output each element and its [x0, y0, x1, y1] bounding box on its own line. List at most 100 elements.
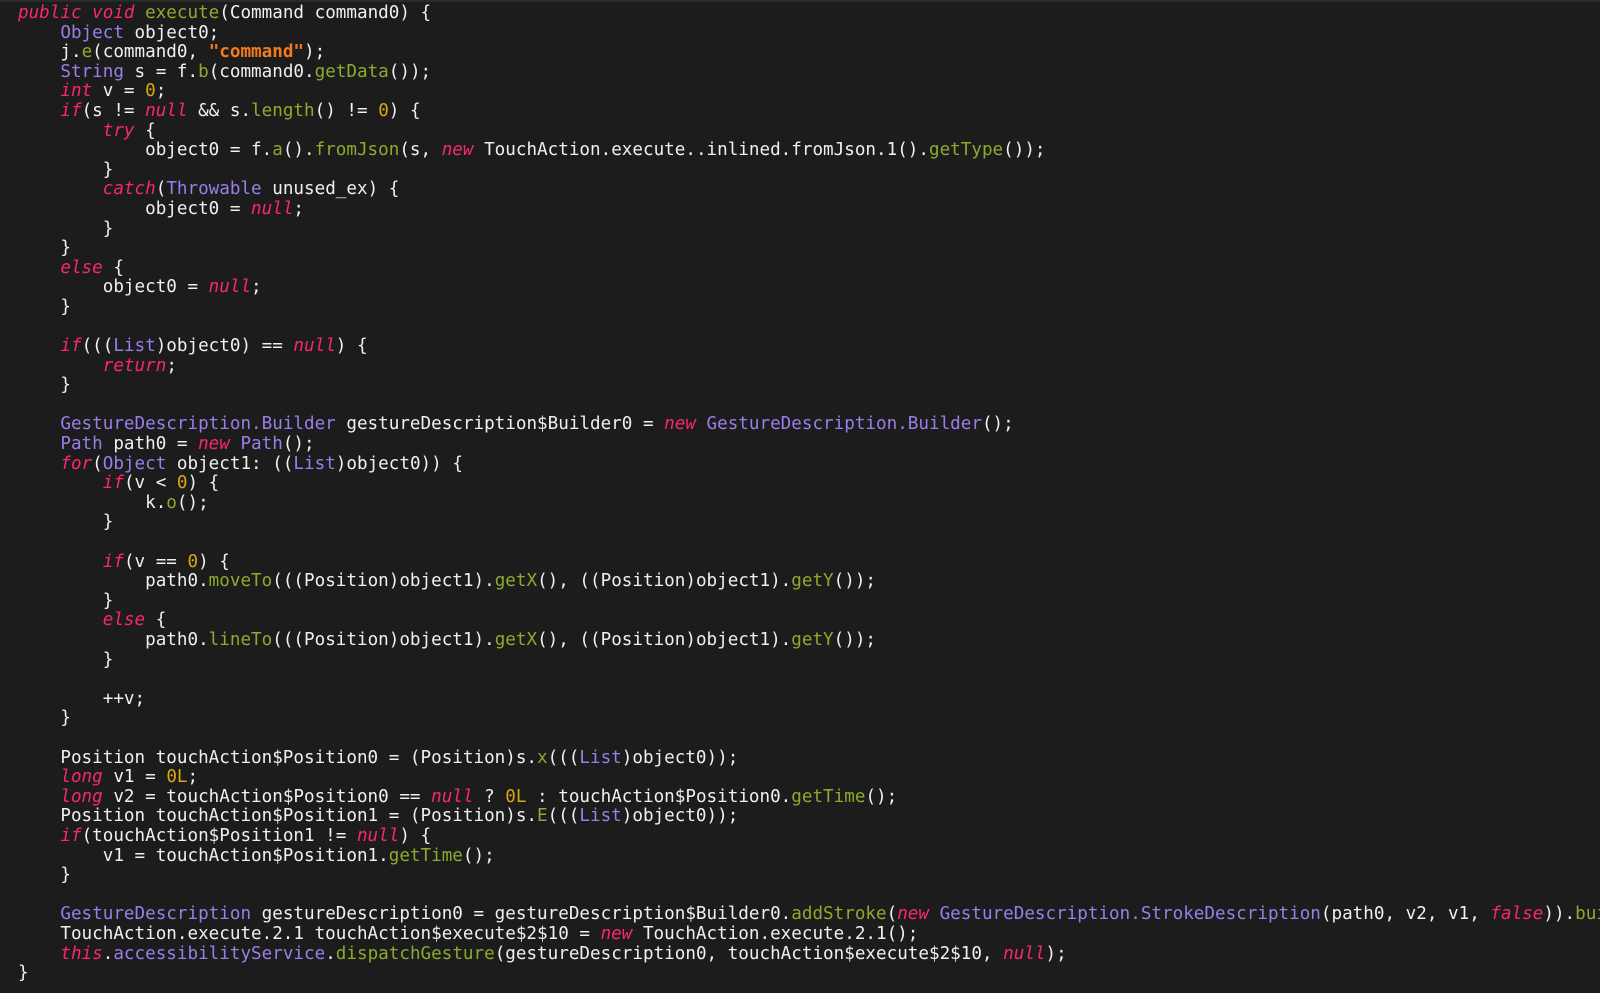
- code-line: Position touchAction$Position1 = (Positi…: [18, 807, 1600, 827]
- code-editor[interactable]: public void execute(Command command0) { …: [0, 0, 1600, 993]
- code-token: gestureDescription$Builder0 =: [335, 414, 665, 435]
- code-line: String s = f.b(command0.getData());: [18, 61, 1600, 83]
- code-line: }: [18, 218, 1600, 240]
- code-token: ) {: [198, 551, 230, 572]
- code-token: addStroke: [791, 904, 887, 925]
- code-token: new: [664, 414, 696, 435]
- code-line: if(touchAction$Position1 != null) {: [18, 825, 1600, 847]
- code-token: null: [431, 786, 474, 807]
- code-token: )).: [1543, 904, 1576, 925]
- code-line: }: [18, 591, 1600, 612]
- code-line: ++v;: [18, 689, 1600, 710]
- code-token: false: [1490, 904, 1544, 925]
- code-token: null: [208, 277, 252, 298]
- code-token: Position touchAction$Position1 = (Positi…: [18, 806, 538, 827]
- code-token: 0: [176, 473, 188, 494]
- code-line: Path path0 = new Path();: [18, 434, 1600, 455]
- code-token: null: [1003, 943, 1046, 964]
- code-token: ());: [388, 61, 432, 82]
- code-token: ;: [187, 767, 199, 788]
- code-token: ();: [865, 786, 898, 807]
- code-token: if: [102, 473, 124, 494]
- code-token: new: [897, 904, 929, 925]
- code-token: )object0) ==: [155, 336, 294, 357]
- code-token: (: [92, 453, 103, 474]
- code-token: object0;: [123, 22, 220, 43]
- code-token: v1 = touchAction$Position1.: [18, 845, 389, 866]
- code-token: );: [1045, 943, 1067, 964]
- code-token: }: [18, 238, 71, 259]
- code-token: (command0,: [92, 42, 209, 63]
- code-token: (), ((Position)object1).: [537, 571, 792, 592]
- code-token: : touchAction$Position0.: [526, 786, 792, 807]
- code-token: new: [441, 140, 474, 161]
- code-token: String: [60, 61, 124, 82]
- code-token: List: [579, 747, 622, 768]
- code-token: public: [18, 3, 82, 23]
- code-line: else {: [18, 611, 1600, 631]
- code-token: null: [145, 100, 188, 121]
- code-token: getX: [494, 630, 538, 650]
- code-token: else: [102, 610, 146, 631]
- code-token: ;: [166, 355, 177, 376]
- code-token: this: [60, 943, 103, 964]
- code-token: new: [198, 434, 230, 455]
- code-token: (s,: [399, 140, 442, 161]
- code-token: getTime: [388, 845, 463, 866]
- code-token: ;: [293, 198, 305, 219]
- code-token: GestureDescription.Builder: [60, 414, 336, 435]
- code-token: (((: [81, 336, 114, 357]
- code-token: path0 =: [102, 434, 199, 455]
- code-token: );: [304, 42, 326, 63]
- code-token: build: [1575, 904, 1600, 925]
- code-line: }: [18, 865, 1600, 886]
- code-token: }: [18, 218, 114, 239]
- code-line: TouchAction.execute.2.1 touchAction$exec…: [18, 923, 1600, 945]
- code-token: )object0)) {: [335, 453, 463, 474]
- code-line: GestureDescription gestureDescription0 =…: [18, 905, 1600, 925]
- code-token: path0.: [18, 630, 209, 650]
- code-token: if: [60, 825, 82, 846]
- code-line: if(v == 0) {: [18, 551, 1600, 573]
- code-line: }: [18, 375, 1600, 396]
- code-token: E: [537, 806, 548, 827]
- code-token: Position touchAction$Position0 = (Positi…: [18, 747, 538, 768]
- code-token: new: [600, 923, 633, 944]
- code-token: ) {: [187, 473, 220, 494]
- code-token: if: [60, 100, 82, 121]
- code-line: object0 = null;: [18, 198, 1600, 220]
- code-line: catch(Throwable unused_ex) {: [18, 180, 1600, 200]
- code-token: "command": [208, 42, 305, 63]
- code-token: GestureDescription: [60, 904, 252, 925]
- code-line: }: [18, 513, 1600, 533]
- code-token: 0: [187, 551, 199, 572]
- code-token: }: [18, 375, 71, 396]
- code-line: object0 = f.a().fromJson(s, new TouchAct…: [18, 140, 1600, 161]
- code-line: k.o();: [18, 493, 1600, 514]
- code-token: long: [60, 786, 103, 807]
- code-lines[interactable]: public void execute(Command command0) { …: [18, 3, 1600, 984]
- code-line: if(v < 0) {: [18, 473, 1600, 494]
- code-line: }: [18, 650, 1600, 671]
- code-token: moveTo: [208, 571, 273, 592]
- code-token: ;: [251, 277, 262, 298]
- code-line: }: [18, 297, 1600, 318]
- code-token: ());: [833, 630, 877, 650]
- code-line: public void execute(Command command0) {: [18, 3, 1600, 24]
- code-token: long: [60, 767, 103, 788]
- code-token: Path: [60, 434, 103, 455]
- code-line: }: [18, 709, 1600, 729]
- code-token: ) {: [399, 825, 432, 846]
- code-token: 0L: [166, 767, 188, 788]
